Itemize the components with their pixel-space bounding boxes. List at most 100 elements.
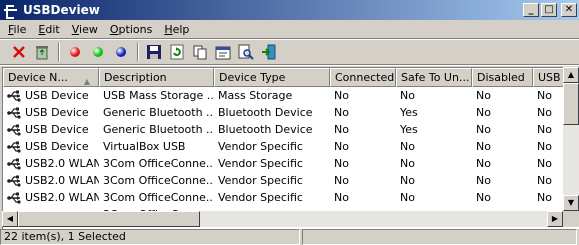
menu-bar: File Edit View Options Help xyxy=(0,20,579,39)
menu-file[interactable]: File xyxy=(2,23,32,36)
table-cell: USB Device xyxy=(3,104,99,121)
usb-device-icon xyxy=(7,191,23,205)
red-dot-icon[interactable] xyxy=(64,41,86,63)
table-row[interactable]: USB2.0 WLAN 3Com OfficeConne... Vendor Spe… xyxy=(3,155,578,172)
table-cell: No xyxy=(476,174,491,187)
column-header[interactable]: Disabled xyxy=(472,68,533,87)
table-cell: No xyxy=(400,157,415,170)
table-cell: USB Device xyxy=(3,87,99,104)
table-cell: USB Mass Storage ... xyxy=(103,89,214,102)
column-header[interactable]: Safe To Un... xyxy=(396,68,472,87)
close-button[interactable]: ✕ xyxy=(561,3,577,17)
table-row[interactable]: USB Device USB Mass Storage ... Mass Stora… xyxy=(3,87,578,104)
table-row[interactable]: USB Device Generic Bluetooth ... Bluetooth… xyxy=(3,121,578,138)
status-item-count: 22 item(s), 1 Selected xyxy=(0,229,300,245)
toolbar-separator xyxy=(0,64,579,66)
table-cell: USB2.0 WLAN xyxy=(3,155,99,172)
table-cell: 3Com OfficeConne... xyxy=(103,157,214,170)
table-cell: 3Com OfficeConne... xyxy=(103,174,214,187)
table-cell: VirtualBox USB xyxy=(103,140,186,153)
horizontal-scrollbar[interactable]: ◀ ▶ xyxy=(2,211,563,227)
table-cell: No xyxy=(400,191,415,204)
table-cell: Generic Bluetooth ... xyxy=(103,123,214,136)
title-bar: USBDeview _ □ ✕ xyxy=(0,0,579,20)
table-cell: USB2.0 WLAN xyxy=(3,189,99,206)
table-cell: No xyxy=(476,191,491,204)
table-row[interactable]: USB Device Generic Bluetooth ... Bluetooth… xyxy=(3,104,578,121)
usb-device-icon xyxy=(7,106,23,120)
exit-icon[interactable] xyxy=(258,41,280,63)
refresh-icon[interactable] xyxy=(166,41,188,63)
table-cell: No xyxy=(476,106,491,119)
toolbar-separator xyxy=(58,43,60,61)
menu-help[interactable]: Help xyxy=(158,23,195,36)
table-cell: No xyxy=(334,191,349,204)
uninstall-icon[interactable] xyxy=(8,41,30,63)
recycle-icon[interactable] xyxy=(31,41,53,63)
scroll-down-button[interactable]: ▼ xyxy=(563,195,579,211)
usb-device-icon xyxy=(7,157,23,171)
table-cell: USB2.0 WLAN xyxy=(3,172,99,189)
usb-device-icon xyxy=(7,89,23,103)
status-bar: 22 item(s), 1 Selected xyxy=(0,229,579,245)
toolbar xyxy=(0,40,579,64)
vertical-scrollbar[interactable]: ▲ ▼ xyxy=(563,67,579,227)
scroll-left-button[interactable]: ◀ xyxy=(2,211,18,227)
table-cell: Bluetooth Device xyxy=(218,123,313,136)
column-header[interactable]: Connected xyxy=(330,68,396,87)
table-cell: Bluetooth Device xyxy=(218,106,313,119)
table-cell: No xyxy=(334,140,349,153)
find-icon[interactable] xyxy=(235,41,257,63)
table-cell: Generic Bluetooth ... xyxy=(103,106,214,119)
column-header[interactable]: Device Type xyxy=(214,68,330,87)
green-dot-icon[interactable] xyxy=(87,41,109,63)
sort-ascending-icon: ▲ xyxy=(83,77,90,86)
table-cell: USB Device xyxy=(3,121,99,138)
table-cell: No xyxy=(400,140,415,153)
table-cell: 3Com OfficeConne... xyxy=(103,191,214,204)
scroll-corner xyxy=(563,211,579,227)
menu-options[interactable]: Options xyxy=(104,23,158,36)
table-cell: No xyxy=(334,106,349,119)
save-icon[interactable] xyxy=(143,41,165,63)
table-cell: USB Device xyxy=(3,138,99,155)
minimize-button[interactable]: _ xyxy=(523,3,539,17)
usb-device-icon xyxy=(7,123,23,137)
column-header[interactable]: Description xyxy=(99,68,214,87)
table-cell: Yes xyxy=(400,123,418,136)
table-cell: No xyxy=(334,157,349,170)
table-row[interactable]: USB2.0 WLAN 3Com OfficeConne... Vendor Spe… xyxy=(3,172,578,189)
column-header[interactable]: Device N... ▲ xyxy=(3,68,99,87)
usb-app-icon xyxy=(3,3,19,19)
table-cell: No xyxy=(476,123,491,136)
table-row[interactable]: USB Device VirtualBox USB Vendor Specific N… xyxy=(3,138,578,155)
copy-icon[interactable] xyxy=(189,41,211,63)
menu-view[interactable]: View xyxy=(66,23,104,36)
table-cell: Vendor Specific xyxy=(218,191,303,204)
table-cell: Vendor Specific xyxy=(218,140,303,153)
table-cell: No xyxy=(334,123,349,136)
table-row[interactable]: USB2.0 WLAN 3Com OfficeConne... Vendor Spe… xyxy=(3,189,578,206)
maximize-button[interactable]: □ xyxy=(541,3,557,17)
menu-edit[interactable]: Edit xyxy=(32,23,65,36)
vertical-scroll-thumb[interactable] xyxy=(563,83,579,125)
table-cell: No xyxy=(476,157,491,170)
blue-dot-icon[interactable] xyxy=(110,41,132,63)
table-cell: No xyxy=(334,174,349,187)
properties-icon[interactable] xyxy=(212,41,234,63)
table-cell: No xyxy=(400,174,415,187)
scroll-up-button[interactable]: ▲ xyxy=(563,67,579,83)
table-cell: No xyxy=(400,89,415,102)
device-list[interactable]: Device N... ▲ Description Device Type Connec… xyxy=(2,67,579,229)
usb-device-icon xyxy=(7,140,23,154)
status-pane-empty xyxy=(302,229,577,245)
table-cell: No xyxy=(476,89,491,102)
table-cell: No xyxy=(476,140,491,153)
scroll-right-button[interactable]: ▶ xyxy=(547,211,563,227)
usb-device-icon xyxy=(7,174,23,188)
table-cell: No xyxy=(334,89,349,102)
toolbar-separator xyxy=(137,43,139,61)
list-header: Device N... ▲ Description Device Type Connec… xyxy=(3,68,577,87)
horizontal-scroll-thumb[interactable] xyxy=(18,211,200,227)
table-cell: Vendor Specific xyxy=(218,174,303,187)
